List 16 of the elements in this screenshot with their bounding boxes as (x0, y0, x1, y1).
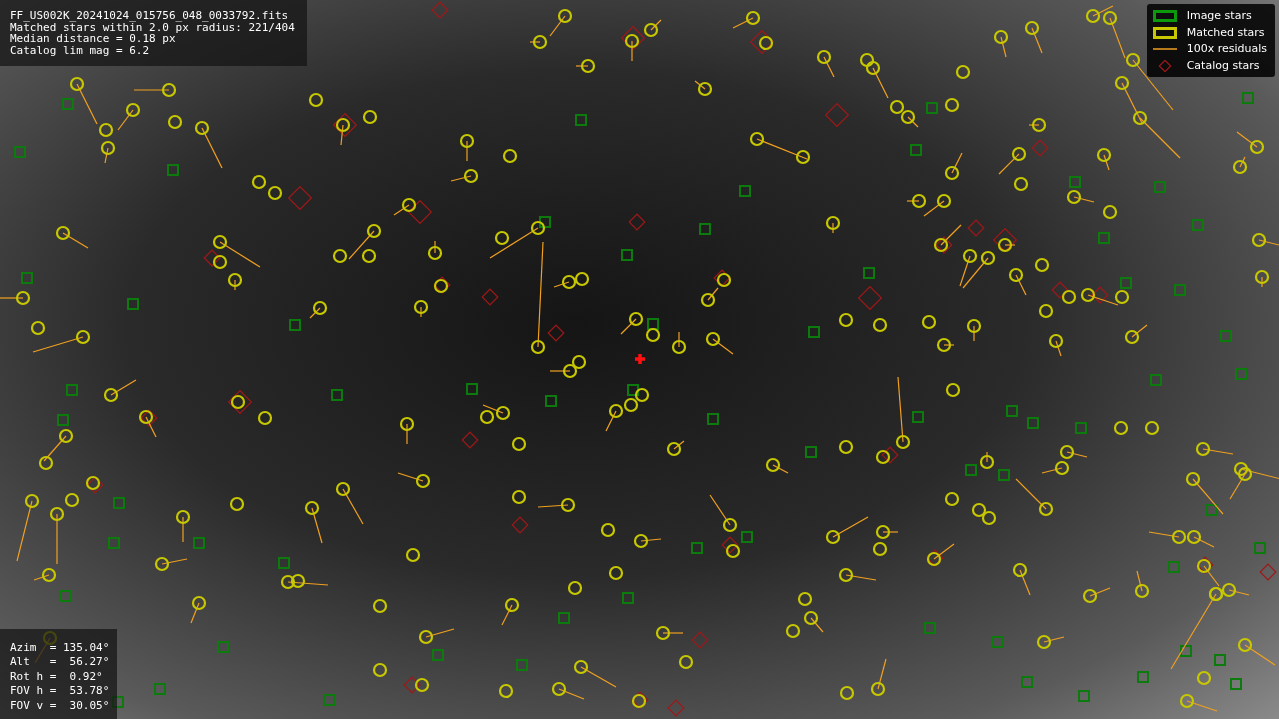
pointing-text: FOV h = 53.78° (10, 684, 110, 699)
square-icon (1152, 26, 1177, 39)
center-cross-icon (633, 352, 647, 366)
square-icon (1152, 10, 1177, 23)
pointing-text: Rot h = 0.92° (10, 669, 104, 684)
legend-label: Image stars (1186, 8, 1252, 24)
legend-label: 100x residuals (1186, 41, 1267, 57)
info-text: FF_US002K_20241024_015756_048_0033792.fits (10, 10, 290, 22)
info-text: Matched stars within 2.0 px radius: 221/404 (10, 21, 295, 33)
info-text: Median distance = 0.18 px (10, 33, 176, 45)
pointing-text: FOV v = 30.05° (10, 698, 110, 713)
legend-label: Catalog stars (1186, 57, 1260, 74)
info-text: Catalog lim mag = 6.2 (10, 44, 151, 56)
pointing-text: Alt = 56.27° (10, 655, 110, 670)
legend-label: Matched stars (1186, 24, 1265, 41)
pointing-text: Azim = 135.04° (10, 640, 110, 655)
